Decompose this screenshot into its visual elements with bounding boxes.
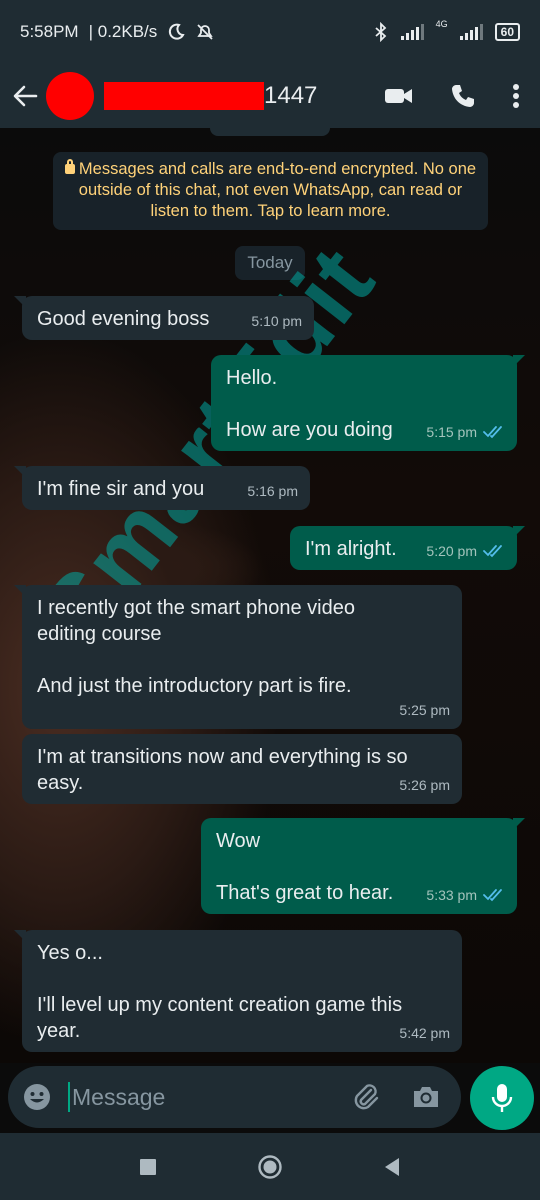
message-bubble-incoming[interactable]: Good evening boss 5:10 pm — [14, 296, 314, 340]
encryption-notice-text: Messages and calls are end-to-end encryp… — [78, 160, 477, 220]
network-type-label: 4G — [435, 19, 448, 29]
status-data-speed: | 0.2KB/s — [88, 22, 158, 41]
microphone-icon — [491, 1084, 513, 1112]
message-text: Yes o... I'll level up my content creati… — [37, 942, 403, 1042]
message-text: Hello. How are you doing — [226, 367, 393, 441]
previous-bubble-stub — [210, 128, 330, 136]
battery-level: 60 — [494, 23, 520, 41]
back-button[interactable] — [10, 81, 40, 111]
redacted-name-block — [104, 82, 264, 110]
message-bubble-incoming[interactable]: I'm fine sir and you 5:16 pm — [14, 466, 310, 510]
contact-avatar[interactable] — [46, 72, 94, 120]
text-caret — [68, 1082, 70, 1112]
read-receipt-icon — [483, 426, 502, 439]
back-nav-icon[interactable] — [383, 1157, 401, 1177]
emoji-icon[interactable] — [22, 1082, 52, 1112]
message-time: 5:26 pm — [399, 777, 450, 793]
voice-message-button[interactable] — [470, 1066, 534, 1130]
message-time: 5:25 pm — [399, 702, 450, 718]
message-time: 5:33 pm — [426, 887, 477, 903]
status-bar: 5:58PM | 0.2KB/s 4G 60 — [0, 0, 540, 64]
message-text: I'm alright. — [305, 538, 397, 560]
compose-bar — [0, 1063, 540, 1133]
encryption-notice[interactable]: Messages and calls are end-to-end encryp… — [53, 152, 488, 230]
more-options-icon[interactable] — [512, 83, 520, 109]
video-call-icon[interactable] — [384, 86, 414, 106]
lock-icon — [64, 159, 75, 174]
system-navigation-bar — [0, 1133, 540, 1200]
message-time: 5:15 pm — [426, 424, 477, 440]
bluetooth-icon — [375, 22, 386, 42]
voice-call-icon[interactable] — [450, 83, 476, 109]
contact-name: 1447 — [264, 82, 318, 109]
message-bubble-outgoing[interactable]: I'm alright. 5:20 pm — [290, 526, 525, 570]
message-time: 5:20 pm — [426, 543, 477, 559]
attach-icon[interactable] — [351, 1082, 381, 1112]
home-icon[interactable] — [257, 1154, 283, 1180]
read-receipt-icon — [483, 545, 502, 558]
message-bubble-incoming[interactable]: I recently got the smart phone video edi… — [14, 585, 462, 729]
message-time: 5:10 pm — [251, 313, 302, 329]
read-receipt-icon — [483, 889, 502, 902]
message-time: 5:42 pm — [399, 1025, 450, 1041]
message-bubble-outgoing[interactable]: Wow That's great to hear. 5:33 pm — [201, 818, 525, 914]
chat-header: 1447 — [0, 64, 540, 128]
message-bubble-outgoing[interactable]: Hello. How are you doing 5:15 pm — [211, 355, 525, 451]
message-text: I'm fine sir and you — [37, 478, 205, 500]
message-field-container[interactable] — [8, 1066, 461, 1128]
contact-name-area[interactable]: 1447 — [104, 82, 317, 110]
message-text: Wow That's great to hear. — [216, 830, 394, 904]
status-time: 5:58PM — [20, 22, 79, 41]
signal-1-icon — [400, 24, 424, 40]
signal-2-icon — [459, 24, 483, 40]
back-arrow-icon — [13, 85, 38, 107]
do-not-disturb-icon — [169, 23, 185, 40]
message-bubble-incoming[interactable]: Yes o... I'll level up my content creati… — [14, 930, 462, 1052]
recent-apps-icon[interactable] — [139, 1158, 157, 1176]
mute-notifications-icon — [197, 24, 213, 40]
message-text: Good evening boss — [37, 308, 210, 330]
message-time: 5:16 pm — [247, 483, 298, 499]
message-input[interactable] — [72, 1083, 332, 1111]
chat-area[interactable]: Messages and calls are end-to-end encryp… — [0, 128, 540, 1063]
date-chip: Today — [235, 246, 305, 280]
message-text: I'm at transitions now and everything is… — [37, 746, 408, 794]
message-text: I recently got the smart phone video edi… — [37, 597, 355, 697]
camera-icon[interactable] — [411, 1084, 441, 1110]
message-bubble-incoming[interactable]: I'm at transitions now and everything is… — [22, 734, 462, 804]
